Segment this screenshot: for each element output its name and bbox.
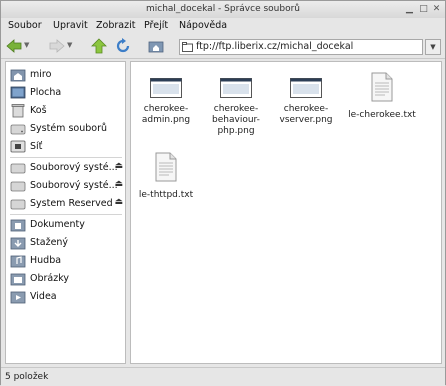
sidebar-item-home[interactable]: miro	[8, 66, 125, 83]
sidebar-item-trash[interactable]: Koš	[8, 102, 125, 119]
eject-icon[interactable]: ⏏	[114, 197, 123, 207]
trash-icon	[11, 104, 25, 118]
sidebar-item-label: miro	[30, 69, 52, 80]
menu-upravit[interactable]: Upravit	[53, 20, 88, 31]
sidebar-item-documents[interactable]: Dokumenty	[8, 216, 125, 233]
maximize-icon[interactable]: □	[418, 4, 429, 15]
menu-prejit[interactable]: Přejít	[144, 20, 168, 31]
drive-icon	[10, 163, 26, 174]
network-icon	[10, 140, 26, 153]
sidebar-item-label: Síť	[30, 141, 43, 152]
pictures-folder-icon	[10, 273, 26, 286]
sidebar-item-label: Obrázky	[30, 273, 70, 284]
close-icon[interactable]: ✕	[431, 4, 442, 15]
home-icon	[10, 69, 26, 82]
status-bar: 5 položek	[1, 367, 445, 386]
sidebar-divider	[10, 214, 122, 215]
reload-icon[interactable]	[115, 38, 131, 54]
file-view: cherokee- admin.png cherokee- behaviour-…	[130, 61, 442, 364]
menu-soubor[interactable]: Soubor	[8, 20, 42, 31]
sidebar-item-label: Hudba	[30, 255, 62, 266]
file-manager-window: michal_docekal - Správce souborů ▁ □ ✕ S…	[0, 0, 446, 386]
sidebar-divider	[10, 157, 122, 158]
back-arrow-icon[interactable]	[6, 38, 22, 54]
item-count: 5 položek	[5, 372, 49, 382]
address-input[interactable]: ftp://ftp.liberix.cz/michal_docekal	[196, 41, 353, 52]
drive-icon	[10, 181, 26, 192]
sidebar-item-label: Koš	[30, 105, 47, 116]
sidebar-item-label: Souborový systé...	[30, 162, 118, 173]
folder-icon	[182, 42, 193, 52]
file-label: cherokee- behaviour- php.png	[212, 104, 260, 136]
title-bar[interactable]: michal_docekal - Správce souborů ▁ □ ✕	[1, 1, 445, 18]
forward-history-chevron-icon[interactable]: ▼	[67, 41, 72, 49]
sidebar-item-label: Systém souborů	[30, 123, 107, 134]
minimize-icon[interactable]: ▁	[404, 4, 415, 15]
image-thumbnail-icon	[150, 78, 182, 98]
documents-folder-icon	[10, 219, 26, 232]
sidebar-item-drive-1[interactable]: Souborový systé... ⏏	[8, 159, 125, 176]
window-title: michal_docekal - Správce souborů	[145, 4, 300, 14]
videos-folder-icon	[10, 291, 26, 304]
sidebar-item-label: System Reserved	[30, 198, 113, 209]
text-file-icon	[371, 72, 393, 102]
sidebar-item-desktop[interactable]: Plocha	[8, 84, 125, 101]
sidebar-item-network[interactable]: Síť	[8, 138, 125, 155]
file-item[interactable]: cherokee- vserver.png	[275, 70, 337, 140]
file-item[interactable]: le-thttpd.txt	[135, 150, 197, 206]
sidebar-item-label: Plocha	[30, 87, 62, 98]
sidebar-item-label: Dokumenty	[30, 219, 85, 230]
image-thumbnail-icon	[220, 78, 252, 98]
drive-icon	[10, 199, 26, 210]
sidebar-item-label: Videa	[30, 291, 57, 302]
menu-napoveda[interactable]: Nápověda	[179, 20, 227, 31]
file-label: le-cherokee.txt	[348, 110, 416, 120]
address-bar[interactable]: ftp://ftp.liberix.cz/michal_docekal	[179, 39, 423, 55]
home-folder-icon[interactable]	[148, 38, 164, 54]
image-thumbnail-icon	[290, 78, 322, 98]
eject-icon[interactable]: ⏏	[114, 161, 123, 171]
back-history-chevron-icon[interactable]: ▼	[24, 41, 29, 49]
up-arrow-icon[interactable]	[91, 38, 107, 54]
address-dropdown-button[interactable]: ▼	[425, 39, 441, 55]
sidebar-item-pictures[interactable]: Obrázky	[8, 270, 125, 287]
downloads-folder-icon	[10, 237, 26, 250]
menu-bar: Soubor Upravit Zobrazit Přejít Nápověda	[1, 18, 445, 34]
forward-arrow-icon[interactable]	[49, 38, 65, 54]
harddisk-icon	[10, 124, 26, 135]
file-label: cherokee- vserver.png	[279, 104, 333, 125]
desktop-icon	[10, 86, 26, 99]
sidebar-item-label: Souborový systé...	[30, 180, 118, 191]
menu-zobrazit[interactable]: Zobrazit	[96, 20, 135, 31]
file-item[interactable]: le-cherokee.txt	[345, 70, 419, 130]
sidebar-item-videos[interactable]: Videa	[8, 288, 125, 305]
text-file-icon	[155, 152, 177, 182]
sidebar-item-system-reserved[interactable]: System Reserved ⏏	[8, 195, 125, 212]
sidebar: miro Plocha Koš Systém souborů Síť Soubo…	[5, 61, 126, 364]
file-item[interactable]: cherokee- behaviour- php.png	[205, 70, 267, 152]
eject-icon[interactable]: ⏏	[114, 179, 123, 189]
music-folder-icon	[10, 255, 26, 268]
sidebar-item-label: Stažený	[30, 237, 69, 248]
file-label: le-thttpd.txt	[138, 190, 194, 200]
file-item[interactable]: cherokee- admin.png	[135, 70, 197, 140]
sidebar-item-downloads[interactable]: Stažený	[8, 234, 125, 251]
sidebar-item-filesystem[interactable]: Systém souborů	[8, 120, 125, 137]
file-label: cherokee- admin.png	[141, 104, 191, 125]
sidebar-item-music[interactable]: Hudba	[8, 252, 125, 269]
sidebar-item-drive-2[interactable]: Souborový systé... ⏏	[8, 177, 125, 194]
